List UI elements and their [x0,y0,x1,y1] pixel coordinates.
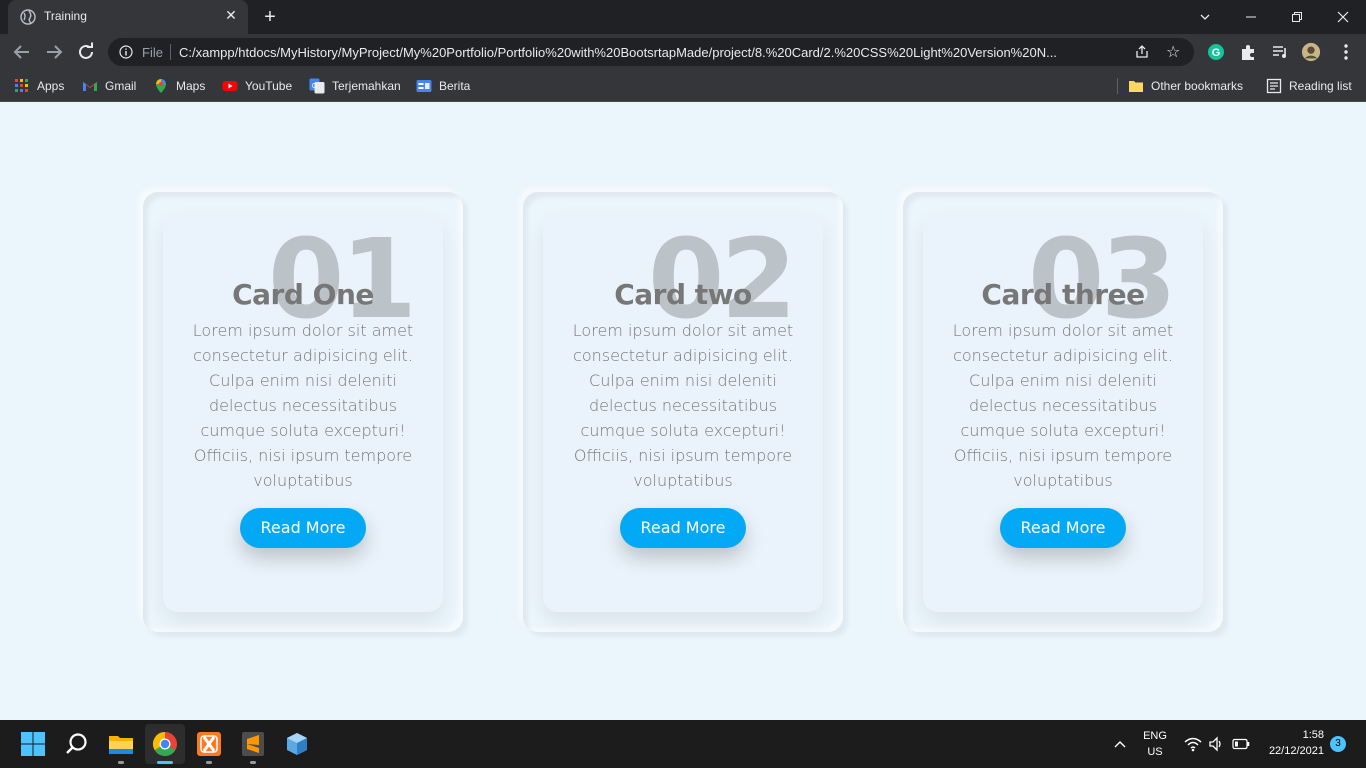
card-text: Lorem ipsum dolor sit amet consectetur a… [572,321,794,490]
running-indicator [206,761,212,764]
folder-icon [1129,81,1143,92]
notification-badge[interactable]: 3 [1330,736,1346,752]
profile-avatar[interactable] [1301,42,1321,62]
read-more-button[interactable]: Read More [1000,508,1126,548]
youtube-icon [222,81,238,91]
reload-icon[interactable] [75,41,97,63]
chevron-down-icon [1200,14,1210,20]
info-icon[interactable] [119,45,133,59]
windows-taskbar: ENG US 1:58 22/12/2021 [0,720,1366,768]
bookmark-maps[interactable]: Maps [153,77,205,95]
grammarly-icon[interactable]: G [1206,42,1226,62]
clock-date[interactable]: 22/12/2021 [1262,745,1324,757]
media-control-icon[interactable] [1270,42,1290,62]
svg-text:G: G [312,83,317,90]
bookmark-label: Maps [176,79,206,93]
address-bar[interactable]: File C:/xampp/htdocs/MyHistory/MyProject… [108,38,1194,66]
new-tab-button[interactable]: + [258,6,282,28]
other-bookmarks[interactable]: Other bookmarks [1128,77,1243,95]
bookmarks-bar: Apps Gmail Maps YouTube G Terjemahkan Be… [0,70,1366,102]
wifi-icon[interactable] [1184,736,1202,752]
restore-icon [1292,12,1302,22]
running-indicator [250,761,256,764]
reading-list[interactable]: Reading list [1266,77,1352,95]
close-tab-icon[interactable]: ✕ [222,7,240,25]
other-bookmarks-label: Other bookmarks [1151,79,1244,93]
maps-pin-icon [156,79,166,93]
search-icon[interactable] [63,730,91,758]
tab-strip: Training ✕ + [0,0,1366,34]
bookmark-label: Gmail [105,79,137,93]
clock-time[interactable]: 1:58 [1262,729,1324,741]
card-body: 03 Card three Lorem ipsum dolor sit amet… [923,212,1203,612]
news-icon [416,80,432,92]
minimize-icon [1246,16,1256,18]
region-indicator[interactable]: US [1140,746,1170,758]
svg-text:G: G [1212,47,1221,59]
globe-icon [20,9,36,25]
file-explorer-icon[interactable] [107,730,135,758]
close-window-button[interactable] [1320,0,1366,34]
bookmark-gmail[interactable]: Gmail [82,77,136,95]
bookmark-star-icon[interactable]: ☆ [1166,42,1180,61]
xampp-icon[interactable] [195,730,223,758]
url-text[interactable]: C:/xampp/htdocs/MyHistory/MyProject/My%2… [179,45,1139,60]
minimize-button[interactable] [1228,0,1274,34]
gmail-icon [83,82,97,91]
card-title: Card One [232,278,374,311]
read-more-button[interactable]: Read More [620,508,746,548]
tab-search-button[interactable] [1182,0,1228,34]
chrome-icon[interactable] [151,730,179,758]
bookmark-terjemahkan[interactable]: G Terjemahkan [309,77,401,95]
browser-toolbar: File C:/xampp/htdocs/MyHistory/MyProject… [0,34,1366,70]
card-text: Lorem ipsum dolor sit amet consectetur a… [192,321,414,490]
translate-icon: G [309,78,325,94]
card-one: 01 Card One Lorem ipsum dolor sit amet c… [143,192,463,632]
address-divider [170,44,171,60]
card-body: 01 Card One Lorem ipsum dolor sit amet c… [163,212,443,612]
bookmark-label: YouTube [245,79,293,93]
chevron-up-icon[interactable] [1113,737,1127,751]
bookmark-youtube[interactable]: YouTube [222,77,292,95]
read-more-button[interactable]: Read More [240,508,366,548]
address-scheme: File [142,45,163,60]
card-title: Card two [614,278,752,311]
card-body: 02 Card two Lorem ipsum dolor sit amet c… [543,212,823,612]
close-icon [1337,11,1349,23]
virtualbox-icon[interactable] [283,730,311,758]
language-indicator[interactable]: ENG [1140,730,1170,742]
bookmark-apps[interactable]: Apps [14,77,64,95]
forward-arrow-icon[interactable] [43,41,65,63]
card-text: Lorem ipsum dolor sit amet consectetur a… [952,321,1174,490]
back-arrow-icon[interactable] [11,41,33,63]
card-title: Card three [981,278,1145,311]
windows-start-icon[interactable] [19,730,47,758]
card-three: 03 Card three Lorem ipsum dolor sit amet… [903,192,1223,632]
bookmark-label: Berita [439,79,471,93]
bookmark-berita[interactable]: Berita [416,77,470,95]
battery-icon[interactable] [1232,738,1250,750]
reading-list-label: Reading list [1289,79,1352,93]
sublime-text-icon[interactable] [239,730,267,758]
active-indicator [157,761,173,764]
tab-title: Training [44,9,87,23]
browser-tab[interactable]: Training ✕ [8,0,248,34]
extensions-puzzle-icon[interactable] [1238,42,1258,62]
bookmarks-divider [1117,78,1118,94]
volume-icon[interactable] [1208,736,1224,752]
chrome-menu-icon[interactable] [1336,42,1356,62]
restore-button[interactable] [1274,0,1320,34]
bookmark-label: Apps [37,79,65,93]
reading-list-icon [1266,78,1282,94]
page-content: 01 Card One Lorem ipsum dolor sit amet c… [0,103,1366,720]
running-indicator [118,761,124,764]
card-two: 02 Card two Lorem ipsum dolor sit amet c… [523,192,843,632]
share-icon[interactable] [1134,44,1150,60]
apps-grid-icon [15,79,28,92]
bookmark-label: Terjemahkan [332,79,401,93]
